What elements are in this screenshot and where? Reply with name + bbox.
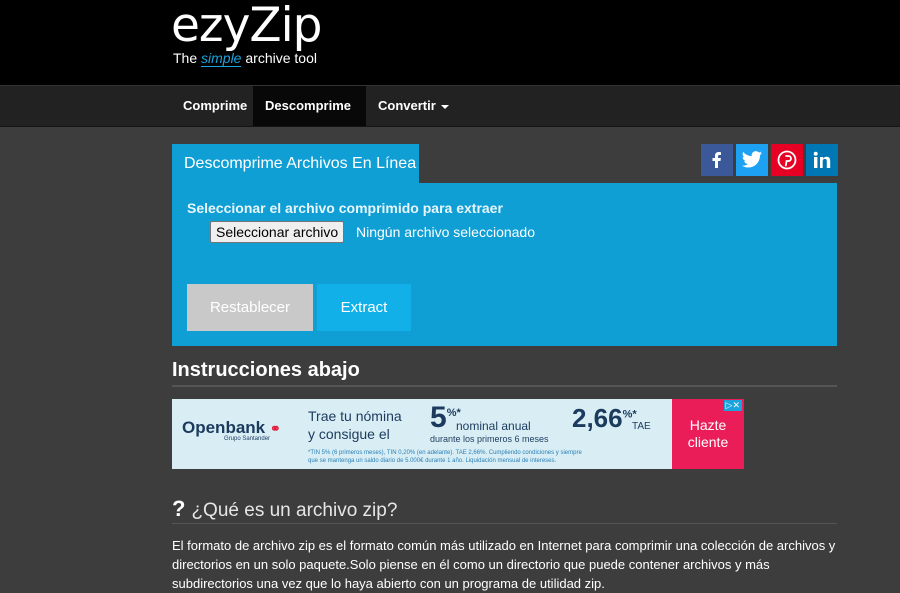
divider — [172, 523, 837, 524]
faq-title: ? ¿Qué es un archivo zip? — [172, 496, 398, 521]
twitter-icon — [741, 151, 763, 168]
ad-tae-label: TAE — [632, 421, 651, 432]
linkedin-share-button[interactable] — [806, 144, 838, 176]
ad-close-icon[interactable]: ▷✕ — [723, 400, 742, 411]
ad-brand-sub: Grupo Santander — [224, 436, 271, 442]
ad-brand-logo: Openbank ⚭ — [182, 418, 281, 437]
choose-file-button[interactable]: Seleccionar archivo — [210, 221, 345, 243]
faq-paragraph: El formato de archivo zip es el formato … — [172, 538, 836, 591]
main-nav: Comprime Descomprime Convertir — [0, 85, 900, 149]
ad-banner[interactable]: Openbank ⚭ Grupo Santander Trae tu nómin… — [172, 399, 744, 469]
logo-tagline: The simple archive tool — [173, 50, 317, 67]
reset-button[interactable]: Restablecer — [187, 284, 313, 331]
extract-button[interactable]: Extract — [317, 284, 411, 331]
file-status-text: Ningún archivo seleccionado — [356, 224, 535, 240]
upload-panel: Seleccionar el archivo comprimido para e… — [172, 183, 837, 346]
facebook-share-button[interactable] — [701, 144, 733, 176]
ad-rate-text: nominal anual — [456, 419, 531, 433]
ad-tae: 2,66%* — [572, 403, 637, 433]
caret-down-icon — [440, 104, 449, 109]
nav-item-comprime[interactable]: Comprime — [171, 86, 259, 126]
site-header: ezyZip The simple archive tool — [0, 0, 900, 85]
facebook-icon — [712, 152, 721, 168]
ad-rate-sub: durante los primeros 6 meses — [430, 434, 549, 444]
nav-item-descomprime[interactable]: Descomprime — [253, 86, 366, 149]
nav-item-convertir[interactable]: Convertir — [366, 86, 461, 126]
tool-tab-title: Descomprime Archivos En Línea — [172, 144, 419, 183]
divider — [172, 385, 837, 387]
ad-fine-print: *TIN 5% (6 primeros meses), TIN 0,20% (e… — [308, 450, 582, 464]
pinterest-share-button[interactable] — [771, 144, 803, 176]
twitter-share-button[interactable] — [736, 144, 768, 176]
logo-wordmark: ezyZip — [171, 0, 323, 53]
pinterest-icon — [777, 150, 797, 170]
question-icon: ? — [172, 496, 186, 521]
ad-headline: Trae tu nómina y consigue el — [308, 408, 402, 442]
linkedin-icon — [813, 151, 831, 168]
instructions-heading: Instrucciones abajo — [172, 359, 360, 381]
select-file-label: Seleccionar el archivo comprimido para e… — [187, 200, 503, 216]
